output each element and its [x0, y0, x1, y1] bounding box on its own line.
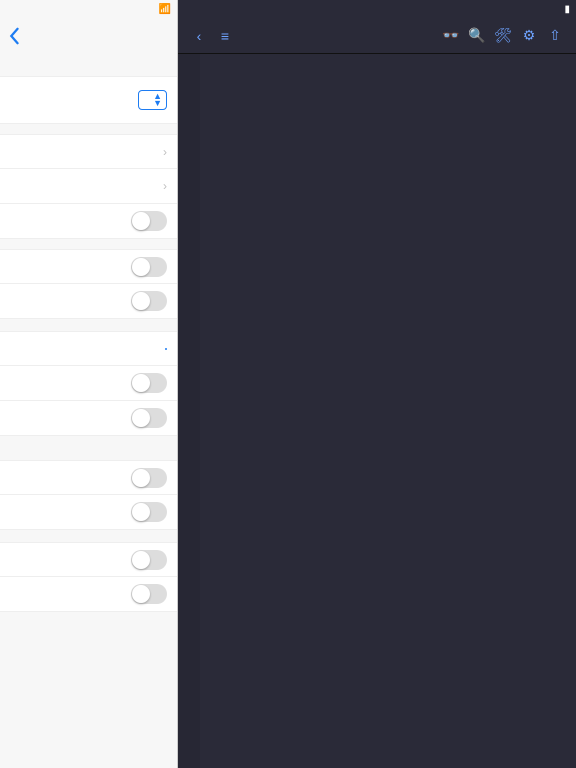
tools-icon[interactable]: 🛠 [493, 27, 513, 44]
ui-theme-row[interactable]: › [0, 169, 177, 204]
auto-wrap-row [0, 495, 177, 530]
section-tabs [0, 319, 177, 331]
display-tabs-row [0, 401, 177, 436]
chevron-right-icon: › [163, 179, 167, 193]
section-kbd [0, 530, 177, 542]
settings-nav [0, 18, 177, 54]
font-size-row: ▲▼ [0, 76, 177, 124]
line-numbers-toggle[interactable] [131, 257, 167, 277]
preview-icon[interactable]: 👓 [441, 27, 461, 44]
back-icon[interactable]: ‹ [189, 28, 209, 44]
back-button[interactable] [8, 27, 22, 45]
code-area[interactable] [200, 54, 576, 768]
search-icon[interactable]: 🔍 [467, 27, 487, 44]
line-column-toggle[interactable] [131, 291, 167, 311]
indent-wrap-row [0, 460, 177, 495]
auto-wrap-toggle[interactable] [131, 502, 167, 522]
share-icon[interactable]: ⇧ [545, 27, 565, 44]
dark-keyboard-row [0, 204, 177, 239]
read-only-toggle[interactable] [131, 550, 167, 570]
tab-width-row [0, 331, 177, 366]
status-bar-right: ▮ [178, 0, 576, 18]
chevron-right-icon: › [163, 145, 167, 159]
editor-toolbar: ‹ ≡ 👓 🔍 🛠 ⚙ ⇧ [178, 18, 576, 54]
read-only-row [0, 542, 177, 577]
soft-tabs-row [0, 366, 177, 401]
code-editor[interactable] [178, 54, 576, 768]
tabs-note [0, 436, 177, 448]
status-bar-left: 📶 [0, 0, 177, 18]
list-icon[interactable]: ≡ [215, 28, 235, 44]
section-wrap [0, 448, 177, 460]
settings-icon[interactable]: ⚙ [519, 27, 539, 44]
auto-correct-row [0, 577, 177, 612]
display-tabs-toggle[interactable] [131, 408, 167, 428]
section-font [0, 54, 177, 66]
tab-width-segmented[interactable] [165, 348, 167, 350]
gutter [178, 54, 200, 768]
editor-theme-row[interactable]: › [0, 134, 177, 169]
stepper-down-icon[interactable]: ▼ [153, 100, 162, 107]
font-size-stepper[interactable]: ▲▼ [138, 90, 167, 110]
dark-keyboard-toggle[interactable] [131, 211, 167, 231]
indent-wrap-toggle[interactable] [131, 468, 167, 488]
auto-correct-toggle[interactable] [131, 584, 167, 604]
line-numbers-row [0, 249, 177, 284]
soft-tabs-toggle[interactable] [131, 373, 167, 393]
line-column-row [0, 284, 177, 319]
